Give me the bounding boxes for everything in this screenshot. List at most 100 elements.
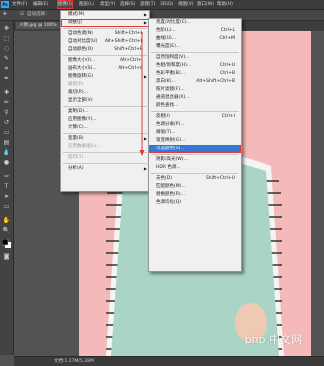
image-menu-variables[interactable]: 变量(B) ▶: [61, 135, 149, 143]
submenu-arrow-icon: ▶: [143, 166, 147, 171]
eraser-tool-icon[interactable]: ▭: [2, 129, 11, 137]
gradient-tool-icon[interactable]: ▤: [2, 139, 11, 147]
color-swatches-icon[interactable]: [1, 238, 11, 248]
menu-item-shortcut: Ctrl+U: [219, 63, 235, 68]
image-menu-auto-contrast[interactable]: 自动对比度(U) Alt+Shift+Ctrl+L: [61, 38, 149, 46]
image-menu-analysis[interactable]: 分析(A) ▶: [61, 165, 149, 173]
path-select-tool-icon[interactable]: ➤: [2, 193, 11, 201]
menu-file[interactable]: 文件(F): [12, 1, 27, 8]
adjust-invert[interactable]: 反相(I) Ctrl+I: [149, 113, 241, 121]
menu-bar: Ps 文件(F) 编辑(E) 图像(I) 图层(L) 类型(Y) 选择(S) 滤…: [0, 0, 324, 10]
adjust-threshold[interactable]: 阈值(T)...: [149, 129, 241, 137]
quick-mask-icon[interactable]: ◙: [2, 253, 11, 261]
menu-item-label: 画布大小(S)...: [68, 66, 97, 71]
adjust-match-color[interactable]: 匹配颜色(M)...: [149, 183, 241, 191]
menu-item-label: 色阶(L)...: [156, 28, 176, 33]
menu-item-label: 应用数据组(L)...: [68, 144, 101, 149]
adjust-levels[interactable]: 色阶(L)... Ctrl+L: [149, 27, 241, 35]
marquee-tool-icon[interactable]: ⬚: [2, 35, 11, 43]
menu-window[interactable]: 窗口(W): [197, 1, 214, 8]
menu-3d[interactable]: 3D(D): [160, 1, 173, 8]
blur-tool-icon[interactable]: 💧: [2, 149, 11, 157]
adjust-hue-saturation[interactable]: 色相/饱和度(H)... Ctrl+U: [149, 62, 241, 70]
menu-item-label: 替换颜色(R)...: [156, 192, 185, 197]
document-size-status: 文档:1.27M/5.28M: [54, 359, 94, 364]
menu-item-label: 自动对比度(U): [68, 39, 98, 44]
hand-tool-icon[interactable]: ✋: [2, 217, 11, 225]
menu-help[interactable]: 帮助(H): [217, 1, 233, 8]
menu-layer[interactable]: 图层(L): [79, 1, 94, 8]
image-menu-image-size[interactable]: 图像大小(I)... Alt+Ctrl+I: [61, 57, 149, 65]
image-menu-duplicate[interactable]: 复制(D)...: [61, 108, 149, 116]
menu-item-shortcut: Shift+Ctrl+L: [114, 31, 143, 36]
menu-edit[interactable]: 编辑(E): [33, 1, 48, 8]
menu-view[interactable]: 视图(V): [178, 1, 194, 8]
adjust-channel-mixer[interactable]: 通道混合器(X)...: [149, 94, 241, 102]
menu-item-label: 裁剪(P): [68, 82, 84, 87]
adjust-color-lookup[interactable]: 颜色查找...: [149, 102, 241, 110]
adjust-exposure[interactable]: 曝光度(E)...: [149, 43, 241, 51]
adjust-desaturate[interactable]: 去色(D) Shift+Ctrl+U: [149, 175, 241, 183]
menu-item-label: HDR 色调...: [156, 165, 181, 170]
dodge-tool-icon[interactable]: ●: [2, 159, 11, 167]
adjust-selective-color[interactable]: 可选颜色(S)...: [149, 145, 241, 153]
move-tool-icon[interactable]: ✥: [3, 12, 7, 18]
shape-tool-icon[interactable]: ▭: [2, 203, 11, 211]
adjust-brightness-contrast[interactable]: 亮度/对比度(C)...: [149, 19, 241, 27]
menu-item-label: 色调均化(Q): [156, 200, 182, 205]
adjust-photo-filter[interactable]: 照片滤镜(F)...: [149, 86, 241, 94]
menu-item-label: 渐变映射(G)...: [156, 138, 186, 143]
image-menu-canvas-size[interactable]: 画布大小(S)... Alt+Ctrl+C: [61, 65, 149, 73]
menu-item-label: 图像旋转(G): [68, 74, 93, 79]
image-menu-apply-image[interactable]: 应用图像(Y)...: [61, 116, 149, 124]
image-menu-calculations[interactable]: 计算(C)...: [61, 124, 149, 132]
menu-item-label: 可选颜色(S)...: [156, 146, 185, 151]
history-brush-tool-icon[interactable]: ↺: [2, 119, 11, 127]
type-tool-icon[interactable]: T: [2, 183, 11, 191]
menu-separator: [63, 133, 147, 134]
clone-stamp-tool-icon[interactable]: ⚲: [2, 109, 11, 117]
menu-item-label: 显示全部(V): [68, 98, 93, 103]
adjust-black-white[interactable]: 黑白(K)... Alt+Shift+Ctrl+B: [149, 78, 241, 86]
eyedropper-tool-icon[interactable]: ✒: [2, 75, 11, 83]
adjust-posterize[interactable]: 色调分离(P)...: [149, 121, 241, 129]
menu-separator: [151, 52, 239, 53]
submenu-arrow-icon: ▶: [143, 74, 147, 79]
auto-select-checkbox-icon[interactable]: ☑: [20, 12, 24, 18]
image-menu-crop: 裁剪(P): [61, 81, 149, 89]
quick-select-tool-icon[interactable]: ✎: [2, 55, 11, 63]
photoshop-logo: Ps: [1, 1, 9, 8]
adjust-hdr-toning[interactable]: HDR 色调...: [149, 164, 241, 172]
lasso-tool-icon[interactable]: ◌: [2, 45, 11, 53]
adjust-vibrance[interactable]: 自然饱和度(V)...: [149, 54, 241, 62]
image-menu-trim[interactable]: 裁切(R)...: [61, 89, 149, 97]
menu-type[interactable]: 类型(Y): [100, 1, 115, 8]
document-tab[interactable]: 人物.jpg @ 100%: [16, 22, 60, 29]
menu-separator: [151, 154, 239, 155]
adjust-gradient-map[interactable]: 渐变映射(G)...: [149, 137, 241, 145]
menu-item-label: 色调分离(P)...: [156, 122, 185, 127]
adjust-color-balance[interactable]: 色彩平衡(B)... Ctrl+B: [149, 70, 241, 78]
adjust-curves[interactable]: 曲线(U)... Ctrl+M: [149, 35, 241, 43]
image-menu-auto-tone[interactable]: 自动色调(N) Shift+Ctrl+L: [61, 30, 149, 38]
image-menu-auto-color[interactable]: 自动颜色(O) Shift+Ctrl+B: [61, 46, 149, 54]
image-menu-reveal-all[interactable]: 显示全部(V): [61, 97, 149, 105]
menu-separator: [63, 152, 147, 153]
image-menu-adjustments[interactable]: 调整(J) ▶: [61, 19, 149, 27]
pen-tool-icon[interactable]: ✑: [2, 173, 11, 181]
healing-brush-tool-icon[interactable]: ✚: [2, 89, 11, 97]
crop-tool-icon[interactable]: ⌗: [2, 65, 11, 73]
menu-select[interactable]: 选择(S): [120, 1, 135, 8]
image-menu-image-rotation[interactable]: 图像旋转(G) ▶: [61, 73, 149, 81]
adjust-replace-color[interactable]: 替换颜色(R)...: [149, 191, 241, 199]
submenu-arrow-icon: ▶: [143, 20, 147, 25]
brush-tool-icon[interactable]: ✏: [2, 99, 11, 107]
adjust-shadows-highlights[interactable]: 阴影/高光(W)...: [149, 156, 241, 164]
move-tool-icon[interactable]: ✥: [2, 25, 11, 33]
menu-item-label: 照片滤镜(F)...: [156, 87, 185, 92]
zoom-tool-icon[interactable]: 🔍: [2, 227, 11, 235]
image-menu-mode[interactable]: 模式(M) ▶: [61, 11, 149, 19]
adjust-equalize[interactable]: 色调均化(Q): [149, 199, 241, 207]
menu-image[interactable]: 图像(I): [57, 0, 73, 9]
menu-filter[interactable]: 滤镜(T): [140, 1, 155, 8]
